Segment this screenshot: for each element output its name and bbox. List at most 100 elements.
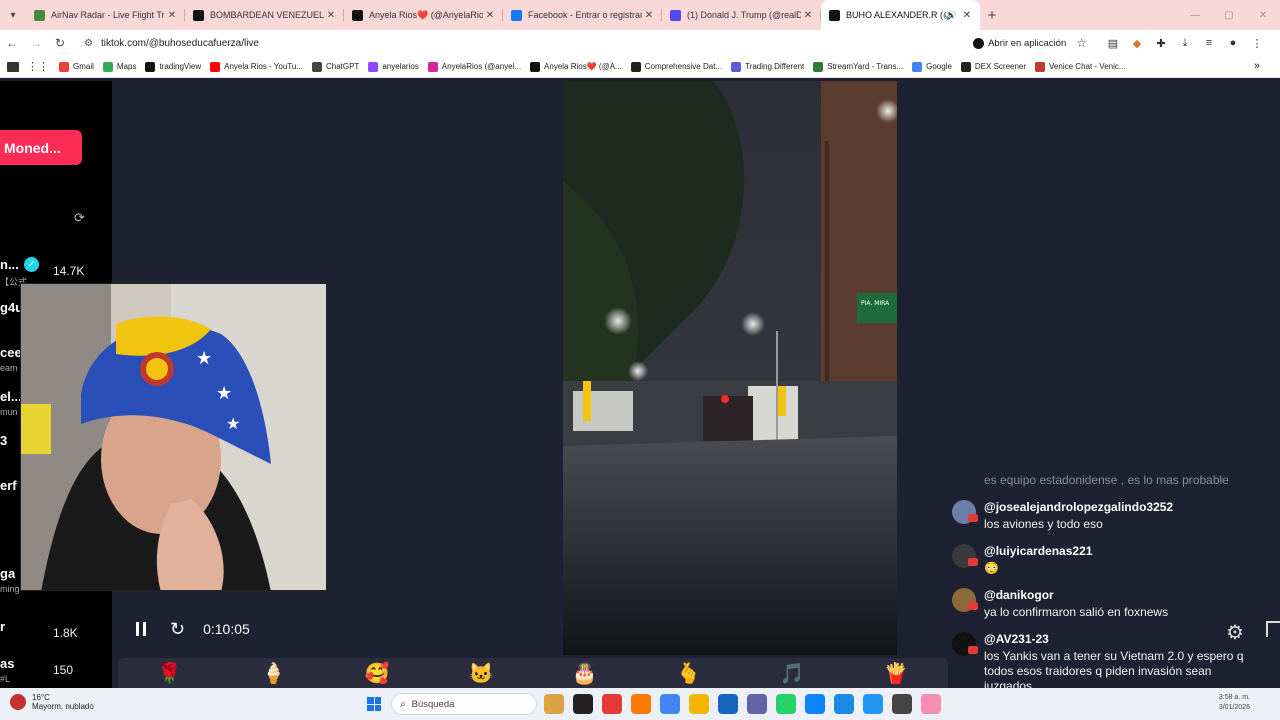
fullscreen-icon[interactable] xyxy=(1266,621,1280,637)
close-tab-icon[interactable]: ✕ xyxy=(642,10,656,21)
bookmark-star-icon[interactable]: ☆ xyxy=(1076,36,1087,50)
bookmark-item[interactable]: Gmail xyxy=(59,61,94,72)
new-tab-button[interactable]: + xyxy=(980,7,1004,24)
puzzle-icon[interactable]: ✚ xyxy=(1149,37,1173,50)
taskbar-app-icon[interactable] xyxy=(602,694,622,714)
back-icon[interactable]: ← xyxy=(0,36,24,50)
live-creator-name[interactable]: el... xyxy=(0,389,22,404)
chat-username[interactable]: @luiyicardenas221 xyxy=(984,544,1092,558)
bookmark-item[interactable]: Google xyxy=(912,61,952,72)
close-tab-icon[interactable]: ✕ xyxy=(165,10,179,21)
system-clock[interactable]: 3:58 a. m. 3/01/2026 xyxy=(1219,693,1250,713)
live-creator-name[interactable]: r xyxy=(0,619,5,634)
live-creator-name[interactable]: 3 xyxy=(0,433,7,448)
browser-tab[interactable]: BOMBARDEAN VENEZUELA CH✕ xyxy=(185,0,344,30)
maximize-icon[interactable]: ▢ xyxy=(1212,10,1246,21)
taskbar-app-icon[interactable] xyxy=(573,694,593,714)
close-tab-icon[interactable]: ✕ xyxy=(324,10,338,21)
chat-username[interactable]: @danikogor xyxy=(984,588,1054,602)
replay-icon[interactable]: ↻ xyxy=(170,619,185,640)
profile-avatar[interactable]: ● xyxy=(1221,37,1245,49)
close-tab-icon[interactable]: ✕ xyxy=(801,10,815,21)
taskbar-app-icon[interactable] xyxy=(834,694,854,714)
bookmark-item[interactable]: Comprehensive Dat... xyxy=(630,61,722,72)
apps-grid-icon[interactable]: ⋮⋮ xyxy=(27,60,49,73)
bookmark-favicon xyxy=(59,61,69,72)
chat-username[interactable]: @AV231-23 xyxy=(984,632,1049,646)
browser-tab[interactable]: AirNav Radar - Live Flight Tracki✕ xyxy=(26,0,185,30)
url-text[interactable]: tiktok.com/@buhoseducafuerza/live xyxy=(101,38,973,49)
taskbar-app-icon[interactable] xyxy=(660,694,680,714)
coins-button[interactable]: Moned... xyxy=(0,130,82,165)
media-control-icon[interactable]: ≡ xyxy=(1197,37,1221,49)
clock-time: 3:58 a. m. xyxy=(1218,694,1250,701)
bookmark-item[interactable]: DEX Screener xyxy=(960,61,1026,72)
tab-search-icon[interactable]: ▾ xyxy=(0,10,26,21)
gift-icon[interactable]: 🌹 xyxy=(156,659,184,687)
gift-icon[interactable]: 🍦 xyxy=(260,659,288,687)
gift-icon[interactable]: 🎵 xyxy=(778,659,806,687)
taskbar-app-icon[interactable] xyxy=(776,694,796,714)
live-creator-name[interactable]: erf xyxy=(0,478,17,493)
bookmark-item[interactable]: anyelarios xyxy=(368,61,419,72)
taskbar-app-icon[interactable] xyxy=(544,694,564,714)
close-tab-icon[interactable]: ✕ xyxy=(960,10,974,21)
taskbar-app-icon[interactable] xyxy=(689,694,709,714)
gift-icon[interactable]: 🐱 xyxy=(467,659,495,687)
chat-username[interactable]: @josealejandrolopezgalindo3252 xyxy=(984,500,1173,514)
taskbar-app-icon[interactable] xyxy=(863,694,883,714)
url-field[interactable]: ⚙ tiktok.com/@buhoseducafuerza/live Abri… xyxy=(76,32,1091,54)
chat-text: los aviones y todo eso xyxy=(984,517,1103,531)
site-info-icon[interactable]: ⚙ xyxy=(84,38,93,49)
gift-icon[interactable]: 🎂 xyxy=(571,659,599,687)
bookmark-item[interactable]: ChatGPT xyxy=(311,61,359,72)
weather-widget[interactable]: 16°C Mayorm. nublado xyxy=(10,693,94,711)
refresh-icon[interactable]: ⟳ xyxy=(74,210,85,226)
live-creator-name[interactable]: ga xyxy=(0,566,15,581)
taskbar-app-icon[interactable] xyxy=(921,694,941,714)
settings-icon[interactable]: ⚙ xyxy=(1226,620,1244,645)
bookmark-item[interactable]: tradingView xyxy=(145,61,201,72)
live-video[interactable]: PIA. MIRA xyxy=(563,81,897,655)
forward-icon[interactable]: → xyxy=(24,36,48,50)
more-bookmarks-icon[interactable]: » xyxy=(1254,60,1260,72)
taskbar-app-icon[interactable] xyxy=(892,694,912,714)
bookmark-item[interactable]: Venice Chat - Venic... xyxy=(1035,61,1126,72)
minimize-icon[interactable]: — xyxy=(1178,10,1212,21)
taskbar-app-icon[interactable] xyxy=(805,694,825,714)
bookmark-item[interactable]: Anyela Rios❤️ (@A... xyxy=(530,61,622,72)
tab-title: (1) Donald J. Trump (@realDona xyxy=(687,10,801,20)
bookmark-item[interactable]: Anyela Rios - YouTu... xyxy=(210,61,303,72)
browser-tab[interactable]: (1) Donald J. Trump (@realDona✕ xyxy=(662,0,821,30)
windows-start-icon[interactable] xyxy=(367,697,381,711)
browser-tab[interactable]: Facebook - Entrar o registrarse ✕ xyxy=(503,0,662,30)
browser-tab[interactable]: Anyela Rios❤️ (@AnyelaRios7)✕ xyxy=(344,0,503,30)
browser-tab[interactable]: BUHO ALEXANDER.R (@bu🔊✕ xyxy=(821,0,980,30)
bookmark-folder-icon[interactable] xyxy=(7,61,19,72)
live-creator-name[interactable]: as xyxy=(0,656,14,671)
pause-icon[interactable] xyxy=(136,622,146,636)
download-icon[interactable]: ⤓ xyxy=(1173,37,1197,50)
gift-icon[interactable]: 🥰 xyxy=(363,659,391,687)
taskbar-app-icon[interactable] xyxy=(631,694,651,714)
live-creator-name[interactable]: cee xyxy=(0,345,22,360)
live-creator-name[interactable]: n... xyxy=(0,257,19,272)
bookmark-label: Anyela Rios - YouTu... xyxy=(224,62,303,71)
taskbar-search[interactable]: ⌕ Búsqueda xyxy=(391,693,537,715)
bookmark-item[interactable]: StreamYard - Trans... xyxy=(813,61,903,72)
menu-icon[interactable]: ⋮ xyxy=(1245,37,1269,50)
open-in-app-button[interactable]: Abrir en aplicación xyxy=(973,37,1066,49)
bookmark-item[interactable]: Maps xyxy=(102,61,136,72)
taskbar-app-icon[interactable] xyxy=(747,694,767,714)
gift-icon[interactable]: 🫰 xyxy=(675,659,703,687)
taskbar-app-icon[interactable] xyxy=(718,694,738,714)
metamask-icon[interactable]: ◆ xyxy=(1125,37,1149,50)
gift-icon[interactable]: 🍟 xyxy=(882,659,910,687)
close-window-icon[interactable]: ✕ xyxy=(1246,10,1280,21)
extension-icon[interactable]: ▤ xyxy=(1101,37,1125,50)
reload-icon[interactable]: ↻ xyxy=(48,36,72,50)
bookmark-item[interactable]: Trading Different xyxy=(731,61,804,72)
close-tab-icon[interactable]: ✕ xyxy=(483,10,497,21)
audio-icon[interactable]: 🔊 xyxy=(946,10,957,21)
bookmark-item[interactable]: AnyelaRios (@anyel... xyxy=(427,61,521,72)
